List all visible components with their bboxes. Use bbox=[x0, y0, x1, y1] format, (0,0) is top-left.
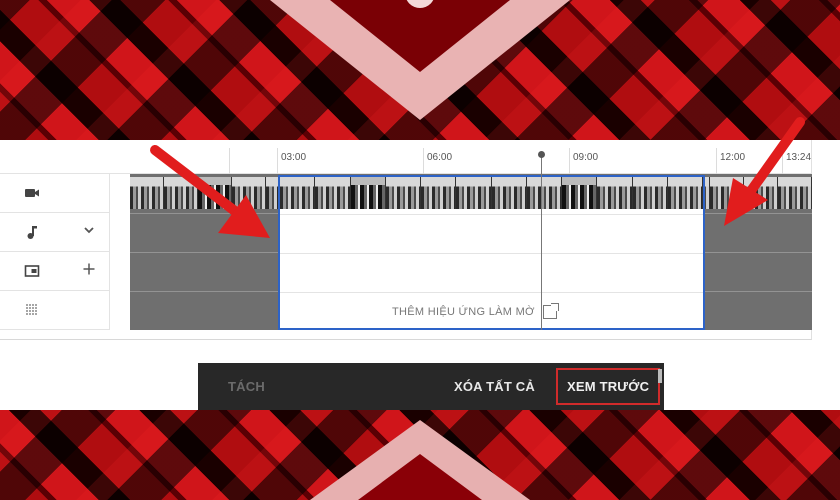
preview-button[interactable]: XEM TRƯỚC bbox=[556, 368, 661, 405]
music-note-icon bbox=[24, 224, 40, 240]
lane-video bbox=[0, 174, 110, 213]
timeline-editor: 03:00 06:00 09:00 12:00 13:24 THÊM HIỆU … bbox=[0, 140, 812, 340]
lane-overlay bbox=[0, 252, 110, 291]
time-ruler[interactable]: 03:00 06:00 09:00 12:00 13:24 bbox=[0, 140, 812, 174]
ruler-tick-0300: 03:00 bbox=[277, 148, 306, 174]
background-top bbox=[0, 0, 840, 140]
editor-band: 03:00 06:00 09:00 12:00 13:24 THÊM HIỆU … bbox=[0, 140, 840, 410]
lane-audio bbox=[0, 213, 110, 252]
chevron-down-icon[interactable] bbox=[80, 223, 98, 241]
ruler-tick-1324: 13:24 bbox=[782, 148, 811, 174]
playhead[interactable] bbox=[538, 151, 545, 330]
ruler-tick-0600: 06:00 bbox=[423, 148, 452, 174]
edit-toolbar: TÁCH XÓA TẤT CẢ XEM TRƯỚC bbox=[198, 363, 664, 410]
video-icon bbox=[24, 185, 40, 201]
add-blur-effect-label: THÊM HIỆU ỨNG LÀM MỜ bbox=[392, 306, 535, 318]
toolbar-scroll-notch bbox=[658, 369, 662, 383]
selected-filmstrip bbox=[280, 177, 703, 209]
lane-blur bbox=[0, 291, 110, 330]
plus-icon[interactable] bbox=[80, 262, 98, 280]
clear-all-button[interactable]: XÓA TẤT CẢ bbox=[454, 363, 535, 410]
ruler-tick-empty bbox=[229, 148, 230, 174]
ruler-tick-0900: 09:00 bbox=[569, 148, 598, 174]
background-bottom bbox=[0, 410, 840, 500]
add-blur-effect-button[interactable]: THÊM HIỆU ỨNG LÀM MỜ bbox=[392, 303, 559, 319]
open-external-icon bbox=[542, 303, 559, 319]
selected-segment[interactable]: THÊM HIỆU ỨNG LÀM MỜ bbox=[278, 175, 705, 330]
picture-in-picture-icon bbox=[24, 263, 40, 279]
ruler-tick-1200: 12:00 bbox=[716, 148, 745, 174]
split-button[interactable]: TÁCH bbox=[228, 363, 265, 410]
blur-grid-icon bbox=[24, 302, 40, 318]
